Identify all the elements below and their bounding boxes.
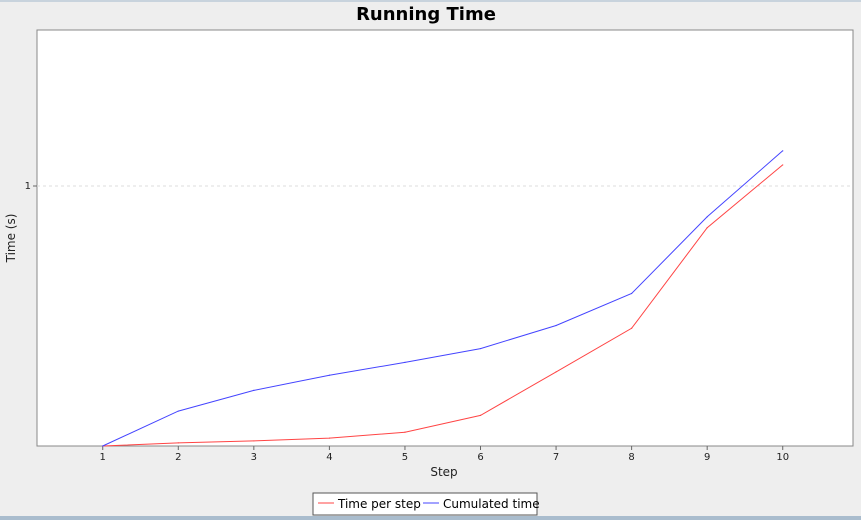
x-tick-label: 7 xyxy=(553,452,559,463)
data-point xyxy=(782,164,784,166)
data-point xyxy=(177,442,179,444)
data-point xyxy=(555,371,557,373)
data-point xyxy=(706,227,708,229)
y-axis-label: Time (s) xyxy=(4,214,18,264)
data-point xyxy=(631,292,633,295)
x-tick-label: 5 xyxy=(402,452,408,463)
x-axis-label: Step xyxy=(430,465,457,479)
data-point xyxy=(404,361,406,363)
data-point xyxy=(404,431,406,433)
x-tick-label: 10 xyxy=(776,452,789,463)
running-time-chart: Running Time 11 2 3 4 5 6 7 8 9 10 Step Time (s) … xyxy=(4,4,854,516)
x-tick-label: 9 xyxy=(704,452,710,463)
data-point xyxy=(177,410,179,412)
data-point xyxy=(706,216,708,218)
x-tick-label: 2 xyxy=(175,452,181,463)
data-point xyxy=(102,445,104,447)
legend: Time per step Cumulated time xyxy=(312,492,540,516)
x-tick-label: 8 xyxy=(628,452,634,463)
y-tick-label: 1 xyxy=(25,181,31,192)
data-point xyxy=(479,414,482,416)
data-point xyxy=(253,440,255,442)
chart-panel: Running Time 1 1 2 3 4 5 6 7 8 9 10 Step Time (s) … xyxy=(0,0,861,520)
chart-title: Running Time xyxy=(356,4,496,25)
data-point xyxy=(479,347,482,350)
data-point xyxy=(782,150,784,152)
x-tick-label: 1 xyxy=(100,452,106,463)
window-top-border xyxy=(0,0,861,2)
legend-label-cumulated-time: Cumulated time xyxy=(443,497,540,511)
x-tick-label: 4 xyxy=(326,452,332,463)
window-bottom-border xyxy=(0,516,861,520)
x-tick-label: 3 xyxy=(251,452,257,463)
data-point xyxy=(328,437,330,439)
data-point xyxy=(328,374,330,376)
data-point xyxy=(555,324,557,327)
data-point xyxy=(631,327,633,329)
plot-area xyxy=(36,29,854,447)
legend-label-time-per-step: Time per step xyxy=(337,497,421,511)
data-point xyxy=(253,389,255,391)
x-tick-label: 6 xyxy=(477,452,483,463)
